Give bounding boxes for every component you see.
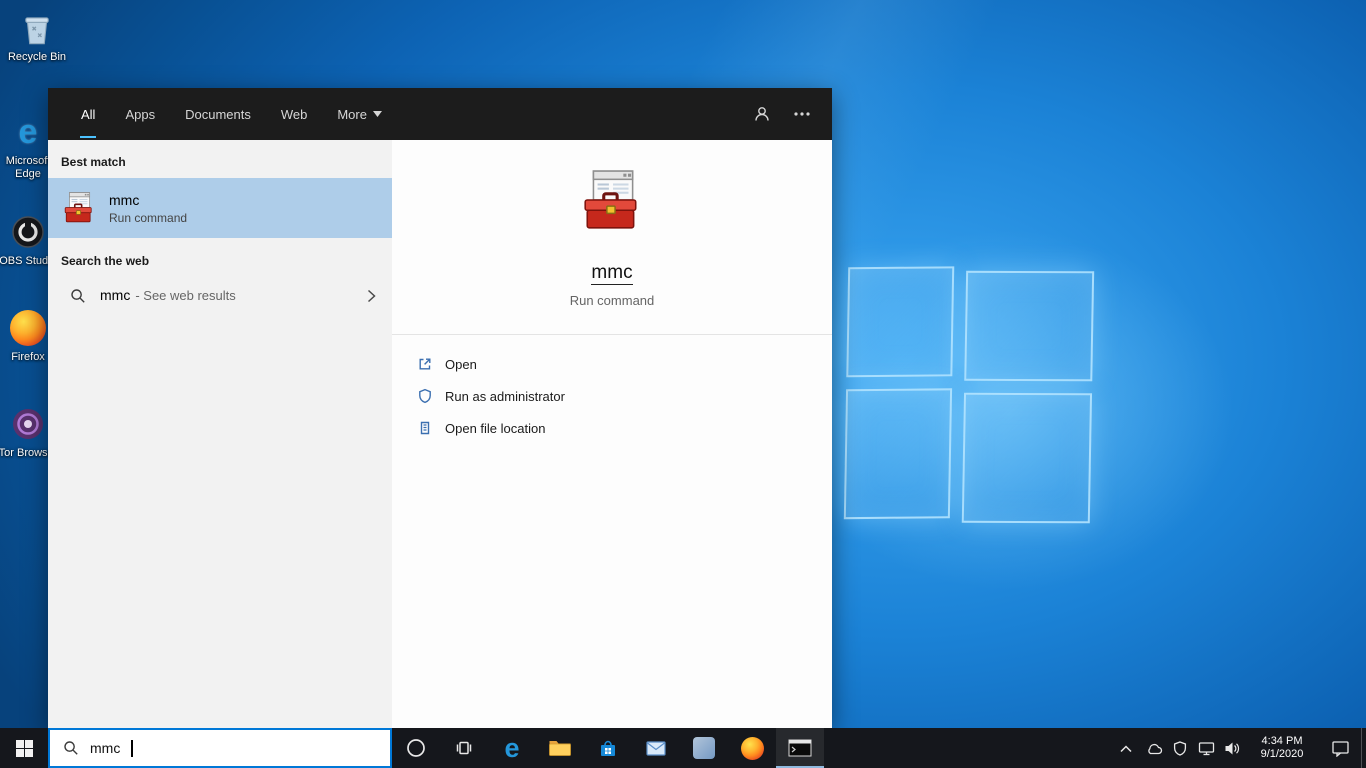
open-file-location-icon (420, 421, 430, 435)
preview-subtitle: Run command (569, 293, 655, 308)
firefox-icon (8, 308, 48, 348)
edge-icon: e (18, 113, 38, 151)
windows-logo (838, 260, 1103, 530)
tab-apps[interactable]: Apps (110, 88, 170, 140)
task-view-icon (456, 741, 472, 755)
search-input-value: mmc (90, 740, 121, 756)
shield-icon (1173, 740, 1187, 756)
desktop: Recycle Bin e Microsoft Edge OBS Studio … (0, 0, 1366, 768)
firefox-taskbar-button[interactable] (728, 728, 776, 768)
section-title-search-web: Search the web (61, 254, 150, 268)
pinned-app-button[interactable] (680, 728, 728, 768)
volume-button[interactable] (1219, 728, 1245, 768)
action-open-file-location[interactable]: Open file location (392, 412, 832, 444)
task-view-button[interactable] (440, 728, 488, 768)
tor-icon (8, 404, 48, 444)
desktop-icon-label: Recycle Bin (7, 51, 67, 63)
edge-icon: e (504, 732, 520, 763)
section-title-best-match: Best match (61, 155, 126, 169)
web-suffix: - See web results (135, 288, 236, 303)
tab-more[interactable]: More (322, 88, 397, 140)
action-run-as-administrator[interactable]: Run as administrator (392, 380, 832, 412)
search-icon (71, 289, 85, 303)
tab-web[interactable]: Web (266, 88, 323, 140)
account-button[interactable] (742, 88, 782, 140)
taskbar: mmc e 4:34 PM 9/1/2020 (0, 728, 1366, 768)
tray-security-button[interactable] (1167, 728, 1193, 768)
search-icon (64, 741, 78, 755)
taskbar-clock[interactable]: 4:34 PM 9/1/2020 (1245, 728, 1319, 768)
cloud-icon (1147, 743, 1162, 754)
pinned-app-icon (693, 737, 715, 759)
chevron-right-icon (367, 289, 376, 303)
clock-time: 4:34 PM (1261, 735, 1303, 747)
desktop-icon-recycle-bin[interactable]: Recycle Bin (1, 8, 73, 64)
clock-date: 9/1/2020 (1260, 748, 1304, 760)
preview-title[interactable]: mmc (591, 262, 633, 285)
cortana-icon (407, 739, 425, 757)
windows-logo-pane (843, 388, 953, 520)
system-tray: 4:34 PM 9/1/2020 (1111, 728, 1366, 768)
taskbar-search-input[interactable]: mmc (48, 728, 392, 768)
store-button[interactable] (584, 728, 632, 768)
start-button[interactable] (0, 728, 48, 768)
file-explorer-icon (549, 741, 571, 756)
result-subtitle: Run command (109, 210, 188, 225)
tab-all[interactable]: All (66, 88, 110, 140)
windows-start-icon (15, 739, 33, 757)
firefox-icon (740, 736, 764, 760)
mmc-icon (62, 191, 96, 225)
web-query: mmc (100, 287, 131, 303)
terminal-icon (788, 739, 812, 757)
network-button[interactable] (1193, 728, 1219, 768)
search-panel: All Apps Documents Web More Best match m… (48, 88, 832, 728)
text-caret (131, 739, 133, 757)
tab-documents[interactable]: Documents (170, 88, 266, 140)
edge-taskbar-button[interactable]: e (488, 728, 536, 768)
chevron-down-icon (372, 111, 382, 117)
run-as-admin-icon (419, 388, 431, 404)
mmc-icon-large (579, 168, 645, 234)
cortana-button[interactable] (392, 728, 440, 768)
microsoft-store-icon (601, 740, 615, 756)
network-ethernet-icon (1198, 741, 1214, 755)
search-panel-header: All Apps Documents Web More (48, 88, 832, 140)
chevron-up-icon (1120, 744, 1132, 752)
open-icon (419, 358, 431, 370)
divider (392, 334, 832, 335)
windows-logo-pane (964, 270, 1095, 382)
ellipsis-icon (794, 112, 810, 116)
show-desktop-button[interactable] (1361, 728, 1366, 768)
windows-logo-pane (846, 266, 955, 378)
result-title: mmc (109, 191, 140, 208)
result-preview-pane: mmc Run command Open Run as administrato… (392, 140, 832, 728)
recycle-bin-icon (17, 8, 57, 48)
tray-cloud-button[interactable] (1141, 728, 1167, 768)
user-icon (755, 107, 769, 121)
windows-logo-pane (961, 392, 1093, 524)
search-results-list: Best match mmc Run command Search the we… (48, 140, 392, 728)
more-options-button[interactable] (782, 88, 822, 140)
terminal-taskbar-button[interactable] (776, 728, 824, 768)
mail-icon (646, 741, 666, 756)
action-center-icon (1331, 741, 1349, 757)
mail-button[interactable] (632, 728, 680, 768)
best-match-result-mmc[interactable]: mmc Run command (48, 178, 392, 238)
file-explorer-button[interactable] (536, 728, 584, 768)
speaker-icon (1225, 742, 1239, 754)
obs-icon (8, 212, 48, 252)
web-search-result[interactable]: mmc - See web results (48, 277, 392, 315)
action-center-button[interactable] (1319, 728, 1361, 768)
action-open[interactable]: Open (392, 348, 832, 380)
show-hidden-icons-button[interactable] (1111, 728, 1141, 768)
